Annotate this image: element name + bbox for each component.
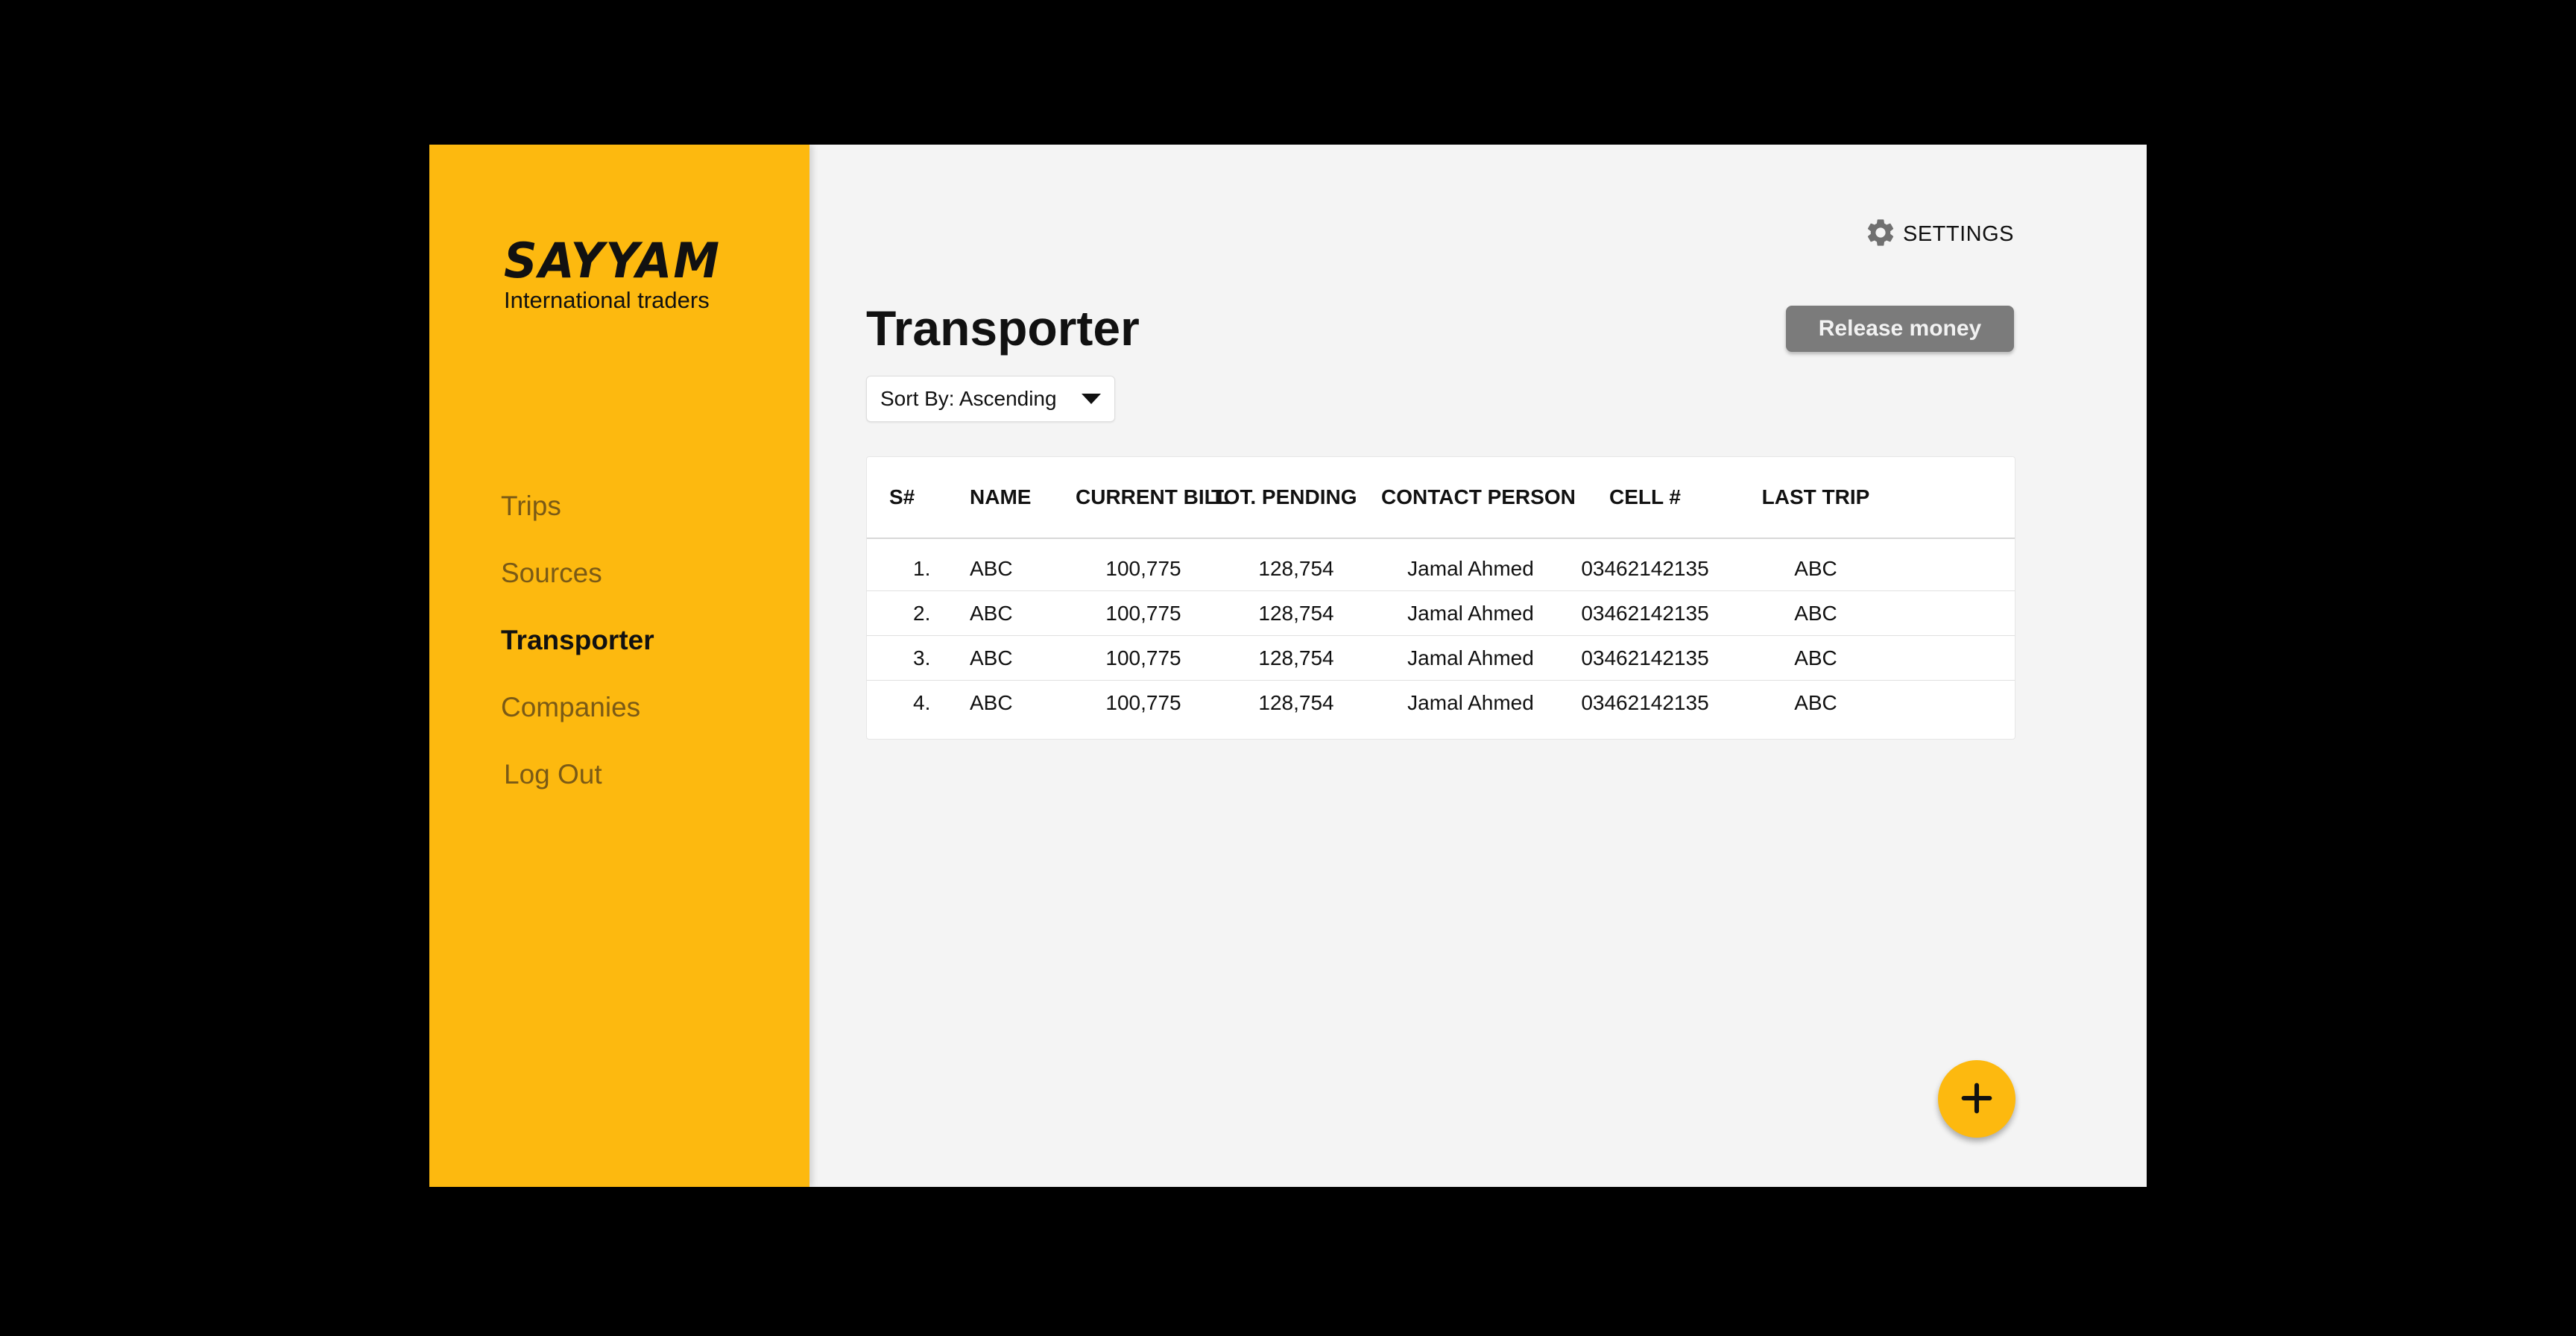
cell-sn: 2. — [913, 601, 931, 625]
cell-phone: 03462142135 — [1581, 690, 1709, 714]
settings-label: SETTINGS — [1902, 222, 2014, 246]
cell-last-trip: ABC — [1794, 556, 1837, 580]
sidebar-item-companies[interactable]: Companies — [501, 674, 654, 741]
brand-tagline: International traders — [504, 287, 710, 313]
column-header-contact-person: CONTACT PERSON — [1381, 485, 1576, 508]
brand-name: SAYYAM — [504, 232, 722, 289]
table-row[interactable]: 3. ABC 100,775 128,754 Jamal Ahmed 03462… — [867, 636, 2015, 681]
column-header-tot-pending: TOT. PENDING — [1211, 485, 1357, 508]
cell-phone: 03462142135 — [1581, 646, 1709, 669]
release-money-button[interactable]: Release money — [1786, 306, 2014, 352]
cell-contact-person: Jamal Ahmed — [1407, 690, 1534, 714]
gear-icon — [1864, 216, 1897, 253]
table-body: 1. ABC 100,775 128,754 Jamal Ahmed 03462… — [867, 539, 2015, 725]
app-window: SAYYAM International traders Trips Sourc… — [429, 145, 2147, 1187]
cell-tot-pending: 128,754 — [1258, 556, 1334, 580]
sidebar-item-logout[interactable]: Log Out — [501, 741, 654, 808]
add-transporter-button[interactable] — [1938, 1060, 2015, 1138]
chevron-down-icon — [1082, 394, 1101, 404]
cell-contact-person: Jamal Ahmed — [1407, 601, 1534, 625]
page-title: Transporter — [866, 300, 1140, 356]
settings-button[interactable]: SETTINGS — [1864, 216, 2014, 253]
plus-icon — [1957, 1079, 1996, 1120]
cell-phone: 03462142135 — [1581, 601, 1709, 625]
table-row[interactable]: 4. ABC 100,775 128,754 Jamal Ahmed 03462… — [867, 681, 2015, 725]
sidebar-item-transporter[interactable]: Transporter — [501, 607, 654, 674]
device-frame: SAYYAM International traders Trips Sourc… — [0, 0, 2576, 1336]
table-row[interactable]: 1. ABC 100,775 128,754 Jamal Ahmed 03462… — [867, 546, 2015, 591]
cell-contact-person: Jamal Ahmed — [1407, 646, 1534, 669]
cell-name: ABC — [970, 690, 1013, 714]
cell-current-bill: 100,775 — [1105, 690, 1181, 714]
table-header: S# NAME CURRENT BILL TOT. PENDING CONTAC… — [867, 457, 2015, 539]
column-header-sn: S# — [889, 485, 915, 508]
cell-sn: 1. — [913, 556, 931, 580]
cell-sn: 4. — [913, 690, 931, 714]
cell-tot-pending: 128,754 — [1258, 690, 1334, 714]
cell-phone: 03462142135 — [1581, 556, 1709, 580]
sort-dropdown[interactable]: Sort By: Ascending — [866, 376, 1115, 422]
transporter-table: S# NAME CURRENT BILL TOT. PENDING CONTAC… — [866, 456, 2015, 740]
sidebar-item-trips[interactable]: Trips — [501, 473, 654, 540]
cell-tot-pending: 128,754 — [1258, 601, 1334, 625]
cell-last-trip: ABC — [1794, 690, 1837, 714]
cell-last-trip: ABC — [1794, 601, 1837, 625]
cell-current-bill: 100,775 — [1105, 646, 1181, 669]
cell-contact-person: Jamal Ahmed — [1407, 556, 1534, 580]
sidebar: SAYYAM International traders Trips Sourc… — [429, 145, 809, 1187]
column-header-last-trip: LAST TRIP — [1761, 485, 1870, 508]
cell-sn: 3. — [913, 646, 931, 669]
main-content: SETTINGS Transporter Release money Sort … — [809, 145, 2147, 1187]
cell-current-bill: 100,775 — [1105, 556, 1181, 580]
column-header-current-bill: CURRENT BILL — [1076, 485, 1230, 508]
brand-logo: SAYYAM International traders — [504, 232, 722, 314]
cell-name: ABC — [970, 556, 1013, 580]
table-row[interactable]: 2. ABC 100,775 128,754 Jamal Ahmed 03462… — [867, 591, 2015, 636]
cell-last-trip: ABC — [1794, 646, 1837, 669]
sidebar-item-sources[interactable]: Sources — [501, 540, 654, 607]
sidebar-nav: Trips Sources Transporter Companies Log … — [501, 473, 654, 808]
cell-current-bill: 100,775 — [1105, 601, 1181, 625]
sort-label: Sort By: Ascending — [880, 387, 1057, 410]
cell-name: ABC — [970, 601, 1013, 625]
column-header-cell: CELL # — [1609, 485, 1681, 508]
column-header-name: NAME — [970, 485, 1032, 508]
cell-tot-pending: 128,754 — [1258, 646, 1334, 669]
cell-name: ABC — [970, 646, 1013, 669]
